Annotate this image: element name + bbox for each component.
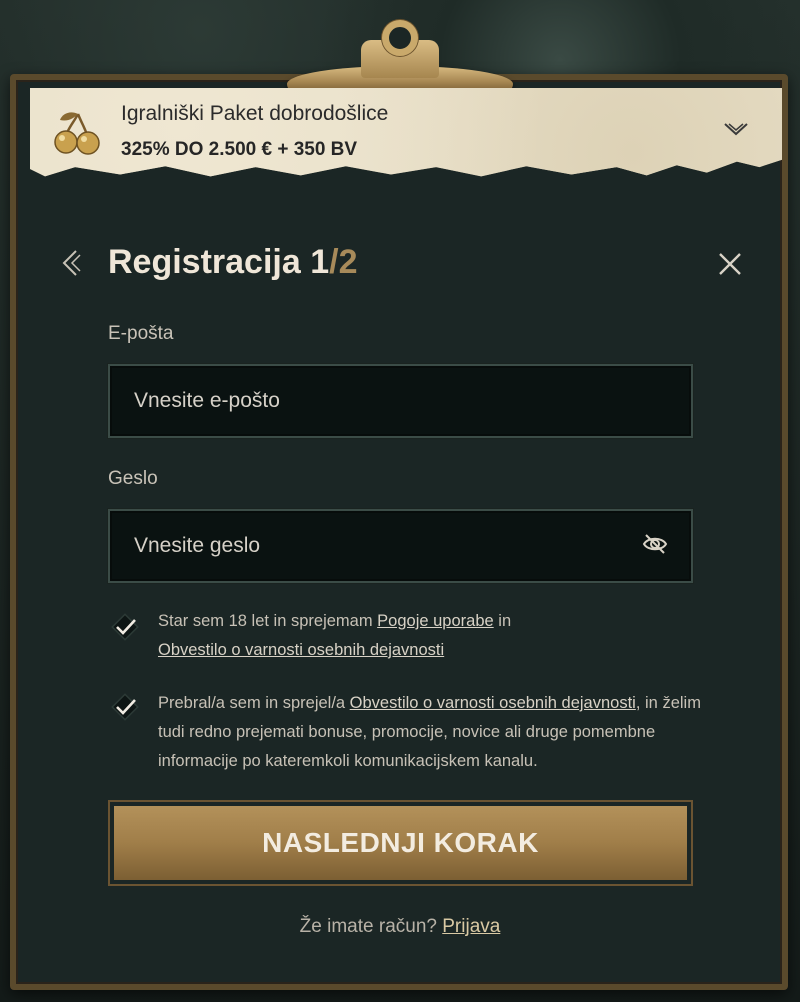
terms-text-middle: in [493, 612, 512, 630]
terms-of-use-link[interactable]: Pogoje uporabe [377, 612, 494, 630]
next-step-button[interactable]: NASLEDNJI KORAK [108, 800, 693, 886]
cherry-icon [54, 112, 100, 155]
login-link[interactable]: Prijava [442, 916, 500, 937]
marketing-checkbox[interactable] [108, 690, 142, 724]
login-prompt: Že imate račun? Prijava [0, 916, 800, 938]
back-button[interactable] [56, 248, 86, 278]
marketing-consent-text: Prebral/a sem in sprejel/a Obvestilo o v… [158, 689, 703, 776]
next-step-label: NASLEDNJI KORAK [114, 806, 687, 880]
page-title: Registracija 1/2 [108, 243, 357, 282]
clipboard-clip [287, 18, 513, 98]
promo-subtitle: 325% DO 2.500 € + 350 BV [121, 139, 358, 160]
promo-title: Igralniški Paket dobrodošlice [121, 102, 389, 125]
email-input[interactable] [110, 366, 691, 436]
password-input[interactable] [110, 511, 691, 581]
marketing-privacy-link[interactable]: Obvestilo o varnosti osebnih dejavnosti [350, 694, 636, 712]
terms-text-start: Star sem 18 let in sprejemam [158, 612, 378, 630]
password-field-frame [108, 509, 693, 583]
marketing-text-start: Prebral/a sem in sprejel/a [158, 694, 350, 712]
login-question: Že imate račun? [299, 916, 437, 937]
close-button[interactable] [716, 250, 744, 278]
eye-off-icon[interactable] [642, 531, 668, 557]
terms-checkbox[interactable] [108, 610, 142, 644]
title-prefix: Registracija 1 [108, 243, 330, 281]
email-field-frame [108, 364, 693, 438]
chevron-down-icon[interactable] [722, 120, 750, 140]
email-label: E-pošta [108, 323, 174, 344]
privacy-notice-link[interactable]: Obvestilo o varnosti osebnih dejavnosti [158, 641, 444, 659]
terms-consent-text: Star sem 18 let in sprejemam Pogoje upor… [158, 607, 703, 665]
title-step-total: /2 [329, 243, 358, 281]
password-label: Geslo [108, 468, 158, 489]
